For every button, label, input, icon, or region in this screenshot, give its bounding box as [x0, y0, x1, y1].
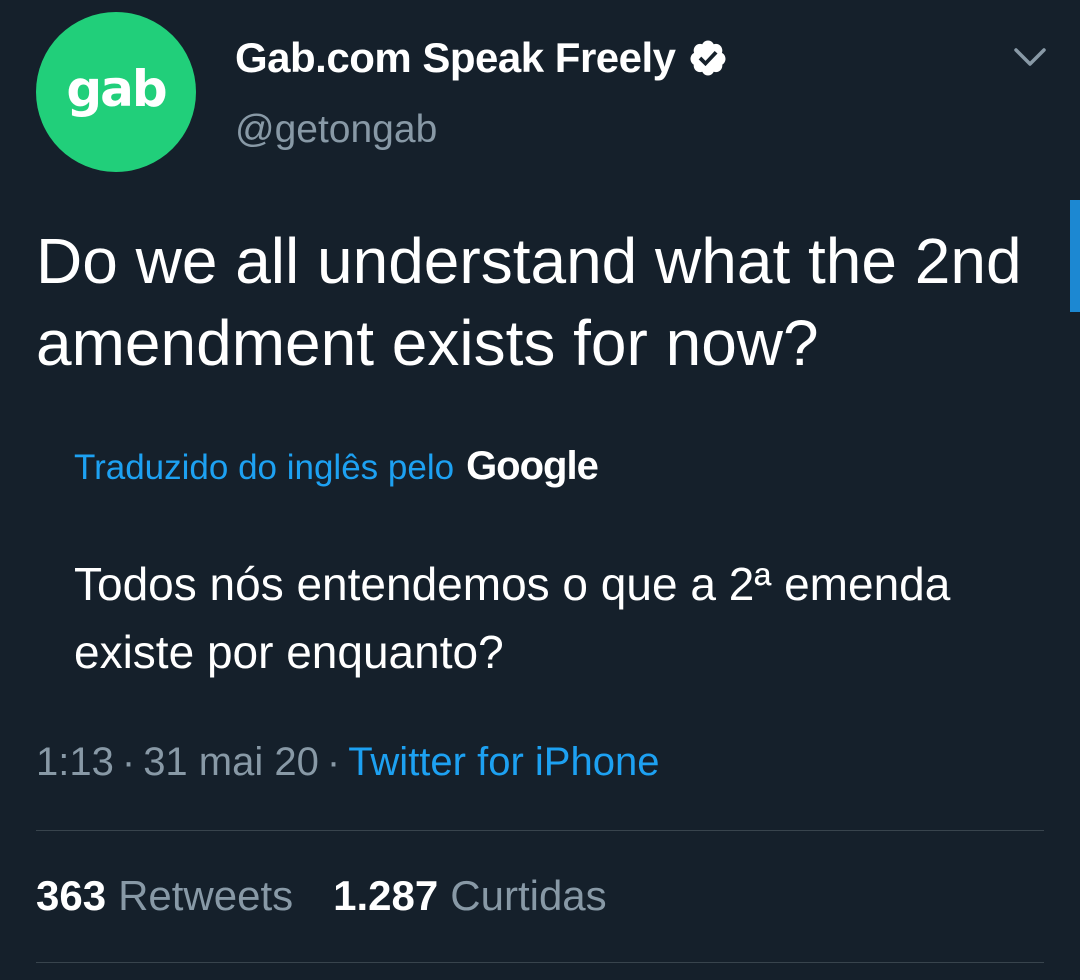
avatar-logo-text: gab: [66, 60, 167, 118]
tweet-detail: gab Gab.com Speak Freely @getongab Do we…: [0, 0, 1080, 980]
retweets-label: Retweets: [118, 872, 294, 919]
likes-count: 1.287: [333, 872, 439, 919]
divider: [36, 962, 1044, 963]
translated-text: Todos nós entendemos o que a 2ª emenda e…: [74, 558, 951, 678]
tweet-date[interactable]: 31 mai 20: [143, 740, 319, 785]
divider: [36, 830, 1044, 831]
meta-separator: ·: [121, 740, 136, 784]
retweets-stat[interactable]: 363 Retweets: [36, 872, 293, 920]
tweet-text: Do we all understand what the 2nd amendm…: [36, 225, 1022, 379]
display-name[interactable]: Gab.com Speak Freely: [235, 34, 676, 82]
scrollbar-thumb[interactable]: [1070, 200, 1080, 312]
verified-badge-icon: [690, 40, 726, 76]
display-name-row[interactable]: Gab.com Speak Freely: [235, 32, 728, 84]
meta-separator: ·: [326, 740, 341, 784]
tweet-meta: 1:13 · 31 mai 20 · Twitter for iPhone: [36, 740, 659, 785]
retweets-count: 363: [36, 872, 107, 919]
tweet-stats: 363 Retweets 1.287 Curtidas: [36, 872, 607, 920]
likes-stat[interactable]: 1.287 Curtidas: [333, 872, 607, 920]
google-logo: Google: [466, 444, 599, 488]
likes-label: Curtidas: [450, 872, 607, 919]
translation-attribution[interactable]: Traduzido do inglês pelo Google: [74, 444, 599, 489]
chevron-down-icon[interactable]: [1010, 40, 1050, 72]
client-link[interactable]: Twitter for iPhone: [348, 740, 659, 785]
translation-label[interactable]: Traduzido do inglês pelo: [74, 448, 454, 488]
avatar[interactable]: gab: [36, 12, 196, 172]
user-handle[interactable]: @getongab: [235, 108, 437, 152]
tweet-time[interactable]: 1:13: [36, 740, 114, 785]
